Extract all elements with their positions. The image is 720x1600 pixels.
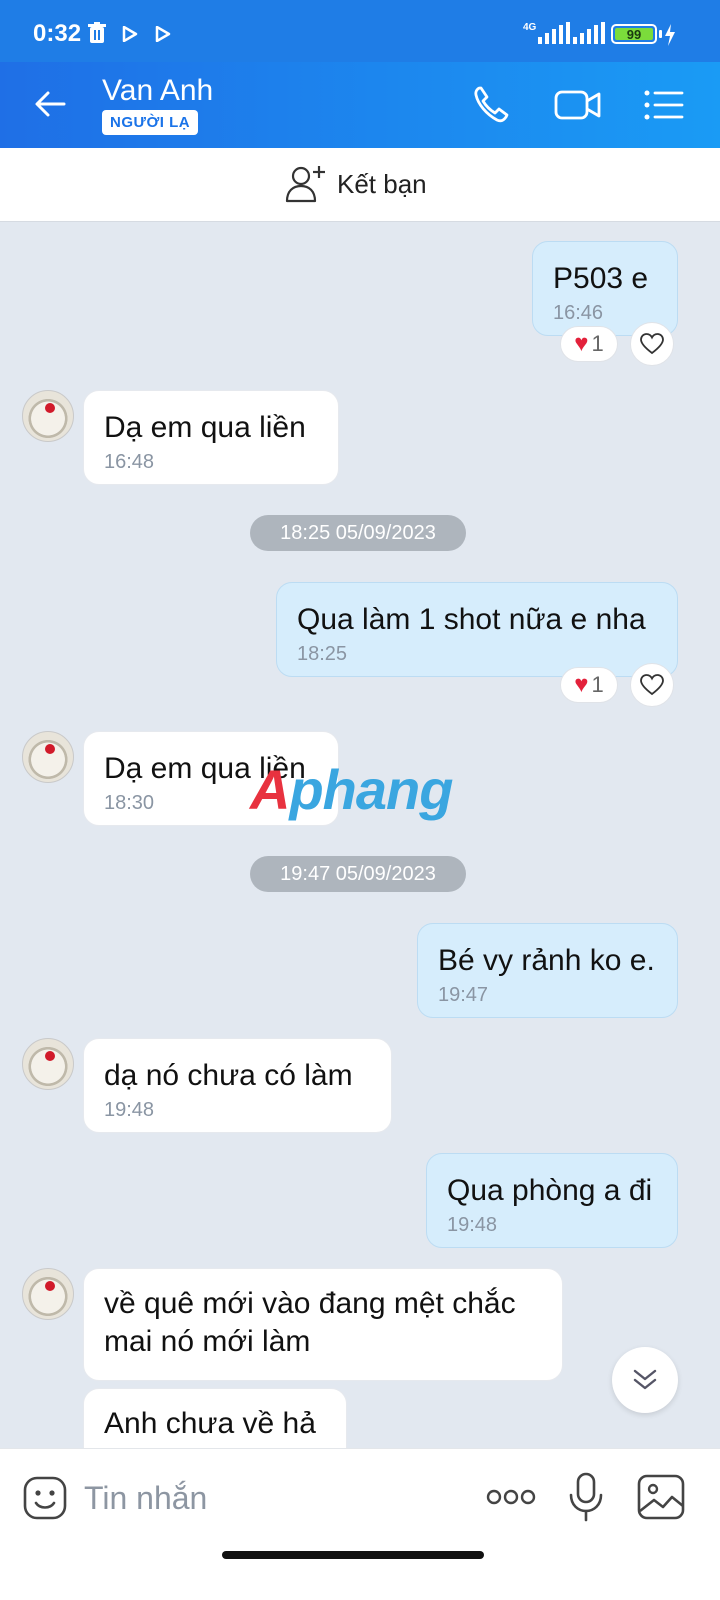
trash-icon	[88, 22, 106, 43]
avatar[interactable]	[22, 731, 74, 783]
stranger-badge: NGƯỜI LẠ	[102, 110, 199, 135]
heart-icon: ♥	[574, 671, 589, 698]
date-separator: 18:25 05/09/2023	[250, 515, 466, 551]
message-time: 16:48	[104, 451, 155, 473]
list-menu-icon[interactable]	[640, 82, 686, 128]
battery-icon: 99	[611, 24, 657, 44]
heart-outline-icon	[640, 674, 664, 696]
battery-nub	[659, 30, 662, 38]
contact-name[interactable]: Van Anh	[102, 74, 213, 108]
message-text: Anh chưa về hả	[104, 1407, 316, 1440]
reaction-count: 1	[591, 672, 604, 697]
message-text: dạ nó chưa có làm	[104, 1059, 353, 1092]
message-text: Qua phòng a đi	[447, 1174, 653, 1207]
message-time: 19:48	[104, 1099, 155, 1121]
react-button[interactable]	[630, 663, 674, 707]
heart-icon: ♥	[574, 330, 589, 357]
message-time: 16:46	[553, 302, 604, 324]
message-bubble-outgoing[interactable]: Bé vy rảnh ko e. 19:47	[417, 923, 678, 1018]
chat-area[interactable]: P503 e 16:46 ♥ 1 Dạ em qua liền 16:48 18…	[0, 222, 720, 1477]
image-icon[interactable]	[636, 1473, 686, 1521]
add-user-icon	[285, 166, 325, 203]
network-type: 4G	[523, 22, 537, 33]
avatar[interactable]	[22, 390, 74, 442]
react-button[interactable]	[630, 322, 674, 366]
charging-icon	[665, 24, 675, 46]
add-friend-label: Kết bạn	[337, 168, 427, 199]
reaction-count: 1	[591, 331, 604, 356]
chat-header: Van Anh NGƯỜI LẠ	[0, 62, 720, 148]
battery-level: 99	[615, 28, 653, 41]
play-store-icon-2	[155, 26, 171, 42]
message-input[interactable]	[84, 1473, 464, 1523]
message-bubble-outgoing[interactable]: Qua phòng a đi 19:48	[426, 1153, 678, 1248]
signal-icon	[538, 22, 570, 44]
avatar[interactable]	[22, 1268, 74, 1320]
message-text: Dạ em qua liền	[104, 411, 306, 444]
message-text: Bé vy rảnh ko e.	[438, 944, 655, 977]
add-friend-button[interactable]: Kết bạn	[285, 164, 427, 204]
message-text: về quê mới vào đang mệt chắc mai nó mới …	[104, 1287, 516, 1358]
more-options-icon[interactable]	[486, 1485, 536, 1509]
scroll-to-bottom-button[interactable]	[612, 1347, 678, 1413]
message-bubble-incoming[interactable]: Dạ em qua liền 16:48	[83, 390, 339, 485]
reaction-summary[interactable]: ♥ 1	[560, 667, 618, 703]
message-time: 18:25	[297, 643, 348, 665]
arrow-left-icon[interactable]	[30, 84, 70, 124]
message-bubble-outgoing[interactable]: Qua làm 1 shot nữa e nha 18:25	[276, 582, 678, 677]
message-bubble-incoming[interactable]: về quê mới vào đang mệt chắc mai nó mới …	[83, 1268, 563, 1381]
message-time: 19:47	[438, 984, 489, 1006]
phone-icon[interactable]	[470, 82, 516, 128]
home-indicator	[222, 1551, 484, 1559]
watermark: Aphang	[250, 758, 453, 821]
signal-icon-2	[573, 22, 605, 44]
add-friend-bar: Kết bạn	[0, 148, 720, 222]
message-composer	[0, 1448, 720, 1600]
reaction-summary[interactable]: ♥ 1	[560, 326, 618, 362]
microphone-icon[interactable]	[566, 1471, 606, 1523]
video-camera-icon[interactable]	[553, 82, 603, 128]
heart-outline-icon	[640, 333, 664, 355]
chevron-double-down-icon	[633, 1369, 657, 1390]
sticker-icon[interactable]	[22, 1475, 68, 1521]
message-text: P503 e	[553, 262, 649, 295]
date-separator: 19:47 05/09/2023	[250, 856, 466, 892]
message-time: 19:48	[447, 1214, 498, 1236]
message-bubble-incoming[interactable]: dạ nó chưa có làm 19:48	[83, 1038, 392, 1133]
message-text: Qua làm 1 shot nữa e nha	[297, 603, 646, 636]
status-bar: 0:32 4G 99	[0, 0, 720, 62]
avatar[interactable]	[22, 1038, 74, 1090]
play-store-icon	[122, 26, 138, 42]
status-time: 0:32	[33, 20, 82, 47]
